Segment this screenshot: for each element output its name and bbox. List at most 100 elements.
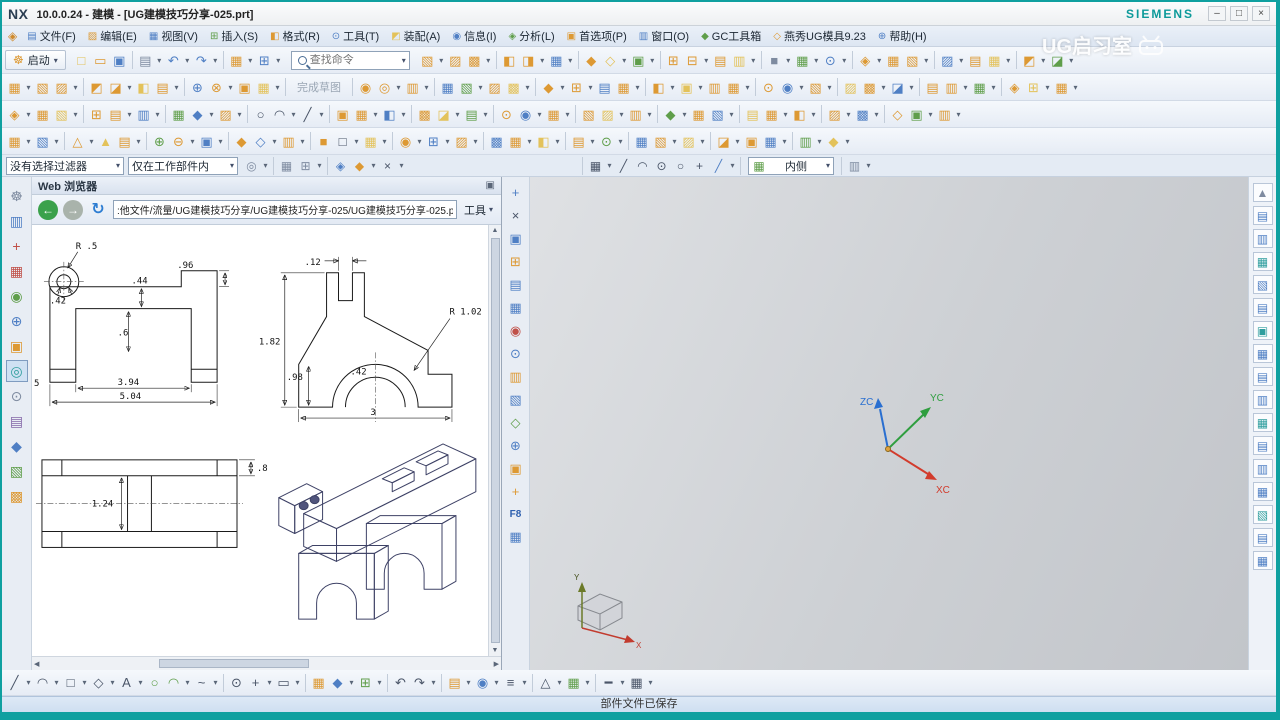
dropdown-caret-icon[interactable]: ▾: [872, 110, 881, 119]
toolbar-icon[interactable]: ◎: [5, 360, 28, 382]
toolbar-icon[interactable]: ◆: [539, 77, 558, 98]
toolbar-icon[interactable]: ▩: [504, 77, 523, 98]
dropdown-caret-icon[interactable]: ▾: [125, 83, 134, 92]
dropdown-caret-icon[interactable]: ▾: [957, 56, 966, 65]
toolbar-icon[interactable]: ◇: [251, 131, 270, 152]
toolbar-icon[interactable]: ▦: [793, 50, 812, 71]
toolbar-icon[interactable]: ↷: [410, 672, 429, 693]
toolbar-icon[interactable]: ▣: [235, 77, 254, 98]
toolbar-icon[interactable]: ▨: [679, 131, 698, 152]
toolbar-icon[interactable]: ▤: [1252, 206, 1273, 225]
dropdown-caret-icon[interactable]: ▾: [216, 137, 225, 146]
toolbar-icon[interactable]: ▭: [274, 672, 293, 693]
dropdown-caret-icon[interactable]: ▾: [52, 137, 61, 146]
toolbar-icon[interactable]: ◉: [356, 77, 375, 98]
dropdown-caret-icon[interactable]: ▾: [645, 110, 654, 119]
toolbar-icon[interactable]: ×: [506, 206, 526, 226]
dropdown-caret-icon[interactable]: ▾: [375, 678, 384, 687]
menu-item[interactable]: ⊞ 插入(S): [204, 26, 264, 46]
dropdown-caret-icon[interactable]: ▾: [698, 137, 707, 146]
dropdown-caret-icon[interactable]: ▾: [922, 56, 931, 65]
dropdown-caret-icon[interactable]: ▾: [668, 83, 677, 92]
toolbar-icon[interactable]: ◇: [888, 104, 907, 125]
dropdown-caret-icon[interactable]: ▾: [476, 83, 485, 92]
toolbar-icon[interactable]: ▥: [506, 367, 526, 387]
toolbar-icon[interactable]: ⊞: [567, 77, 586, 98]
dropdown-caret-icon[interactable]: ▾: [52, 678, 61, 687]
toolbar-icon[interactable]: ▦: [309, 672, 328, 693]
graphics-window[interactable]: ZC YC XC Y X: [530, 177, 1248, 670]
toolbar-icon[interactable]: ▦: [254, 77, 273, 98]
menu-item[interactable]: ◉ 信息(I): [446, 26, 502, 46]
toolbar-icon[interactable]: ▦: [361, 131, 380, 152]
dropdown-caret-icon[interactable]: ▾: [443, 137, 452, 146]
toolbar-icon[interactable]: ◆: [824, 131, 843, 152]
toolbar-icon[interactable]: ◩: [87, 77, 106, 98]
toolbar-icon[interactable]: ▧: [708, 104, 727, 125]
toolbar-icon[interactable]: ▩: [860, 77, 879, 98]
toolbar-icon[interactable]: ▦: [614, 77, 633, 98]
dropdown-caret-icon[interactable]: ▾: [481, 110, 490, 119]
dropdown-caret-icon[interactable]: ▾: [71, 110, 80, 119]
toolbar-icon[interactable]: ▣: [506, 459, 526, 479]
toolbar-icon[interactable]: ▨: [452, 131, 471, 152]
toolbar-icon[interactable]: ◪: [888, 77, 907, 98]
toolbar-icon[interactable]: ▭: [91, 50, 110, 71]
toolbar-icon[interactable]: ▥: [1252, 459, 1273, 478]
toolbar-icon[interactable]: ◇: [601, 50, 620, 71]
toolbar-icon[interactable]: ⊖: [169, 131, 188, 152]
dropdown-caret-icon[interactable]: ▾: [352, 137, 361, 146]
dropdown-caret-icon[interactable]: ▾: [211, 678, 220, 687]
menu-item[interactable]: ◧ 格式(R): [264, 26, 326, 46]
toolbar-icon[interactable]: ⊞: [424, 131, 443, 152]
toolbar-icon[interactable]: ◧: [790, 104, 809, 125]
toolbar-icon[interactable]: ▩: [415, 104, 434, 125]
dropdown-caret-icon[interactable]: ▾: [125, 110, 134, 119]
toolbar-icon[interactable]: ◉: [473, 672, 492, 693]
toolbar-icon[interactable]: ▩: [6, 485, 28, 507]
toolbar-icon[interactable]: ▣: [197, 131, 216, 152]
wcs-triad[interactable]: ZC YC XC: [830, 387, 960, 502]
dropdown-caret-icon[interactable]: ▾: [399, 110, 408, 119]
dropdown-caret-icon[interactable]: ▾: [397, 161, 406, 170]
toolbar-icon[interactable]: ⊞: [1024, 77, 1043, 98]
toolbar-icon[interactable]: ▣: [506, 229, 526, 249]
toolbar-icon[interactable]: ▤: [1252, 528, 1273, 547]
toolbar-icon[interactable]: +: [506, 482, 526, 502]
menu-item[interactable]: ◈ 分析(L): [502, 26, 560, 46]
toolbar-icon[interactable]: ◪: [434, 104, 453, 125]
maximize-button[interactable]: □: [1230, 6, 1248, 21]
dropdown-caret-icon[interactable]: ▾: [1067, 56, 1076, 65]
forward-button[interactable]: →: [63, 199, 83, 220]
toolbar-icon[interactable]: ◉: [778, 77, 797, 98]
menu-item[interactable]: ▨ 编辑(E): [82, 26, 143, 46]
dropdown-caret-icon[interactable]: ▾: [437, 56, 446, 65]
dropdown-caret-icon[interactable]: ▾: [24, 110, 33, 119]
dropdown-caret-icon[interactable]: ▾: [471, 137, 480, 146]
toolbar-icon[interactable]: ▦: [761, 131, 780, 152]
toolbar-icon[interactable]: ⊞: [356, 672, 375, 693]
dropdown-caret-icon[interactable]: ▾: [369, 161, 378, 170]
toolbar-icon[interactable]: ◇: [506, 413, 526, 433]
toolbar-icon[interactable]: ↶: [164, 50, 183, 71]
toolbar-icon[interactable]: ▦: [627, 672, 646, 693]
toolbar-icon[interactable]: ▤: [743, 104, 762, 125]
toolbar-icon[interactable]: ◠: [633, 157, 652, 175]
dropdown-caret-icon[interactable]: ▾: [188, 137, 197, 146]
dropdown-caret-icon[interactable]: ▾: [728, 161, 737, 170]
dropdown-caret-icon[interactable]: ▾: [586, 83, 595, 92]
scrollbar-thumb[interactable]: [490, 238, 500, 643]
toolbar-icon[interactable]: ▦: [506, 298, 526, 318]
toolbar-icon[interactable]: ▤: [569, 131, 588, 152]
toolbar-icon[interactable]: ⊞: [664, 50, 683, 71]
menu-item[interactable]: ◩ 装配(A): [385, 26, 446, 46]
dropdown-caret-icon[interactable]: ▾: [843, 137, 852, 146]
toolbar-icon[interactable]: ▦: [544, 104, 563, 125]
toolbar-icon[interactable]: ▣: [1252, 321, 1273, 340]
toolbar-icon[interactable]: □: [333, 131, 352, 152]
dropdown-caret-icon[interactable]: ▾: [616, 137, 625, 146]
toolbar-icon[interactable]: ◠: [33, 672, 52, 693]
find-command-input[interactable]: [309, 54, 402, 66]
toolbar-icon[interactable]: ▧: [1252, 505, 1273, 524]
dropdown-caret-icon[interactable]: ▾: [702, 56, 711, 65]
